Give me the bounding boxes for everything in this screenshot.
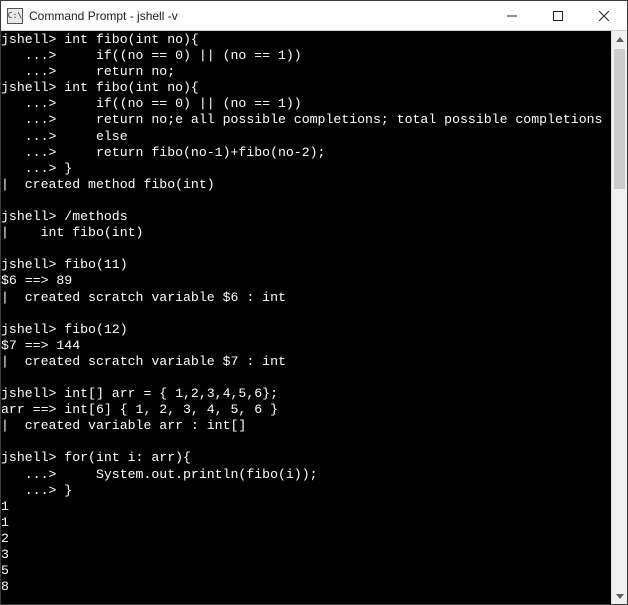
terminal-line: jshell> int[] arr = { 1,2,3,4,5,6};: [1, 386, 611, 402]
terminal-line: jshell> fibo(12): [1, 322, 611, 338]
window-title: Command Prompt - jshell -v: [29, 9, 489, 23]
maximize-icon: [553, 11, 563, 21]
terminal-line: ...> if((no == 0) || (no == 1)): [1, 48, 611, 64]
terminal-line: | created scratch variable $6 : int: [1, 290, 611, 306]
terminal-line: [1, 193, 611, 209]
close-button[interactable]: [581, 1, 627, 30]
terminal-line: arr ==> int[6] { 1, 2, 3, 4, 5, 6 }: [1, 402, 611, 418]
scroll-down-arrow-icon[interactable]: [612, 588, 627, 604]
close-icon: [599, 11, 609, 21]
terminal-line: 1: [1, 515, 611, 531]
vertical-scrollbar[interactable]: [611, 31, 627, 604]
terminal-line: | created scratch variable $7 : int: [1, 354, 611, 370]
scroll-up-arrow-icon[interactable]: [612, 31, 627, 47]
terminal-line: jshell> int fibo(int no){: [1, 80, 611, 96]
terminal-line: $7 ==> 144: [1, 338, 611, 354]
terminal-output[interactable]: jshell> int fibo(int no){ ...> if((no ==…: [1, 31, 611, 604]
terminal-line: [1, 434, 611, 450]
terminal-line: [1, 241, 611, 257]
terminal-line: jshell> int fibo(int no){: [1, 32, 611, 48]
minimize-button[interactable]: [489, 1, 535, 30]
terminal-line: ...> return fibo(no-1)+fibo(no-2);: [1, 145, 611, 161]
terminal-line: ...> return no;: [1, 64, 611, 80]
maximize-button[interactable]: [535, 1, 581, 30]
content-area: jshell> int fibo(int no){ ...> if((no ==…: [1, 31, 627, 604]
terminal-line: 2: [1, 531, 611, 547]
terminal-line: [1, 370, 611, 386]
terminal-line: ...> return no;e all possible completion…: [1, 112, 611, 128]
terminal-line: jshell> for(int i: arr){: [1, 450, 611, 466]
terminal-line: | int fibo(int): [1, 225, 611, 241]
titlebar[interactable]: C:\ Command Prompt - jshell -v: [1, 1, 627, 31]
command-prompt-window: C:\ Command Prompt - jshell -v jshell> i…: [0, 0, 628, 605]
terminal-line: ...> System.out.println(fibo(i));: [1, 467, 611, 483]
terminal-line: ...> }: [1, 161, 611, 177]
terminal-line: ...> }: [1, 483, 611, 499]
terminal-line: jshell> /methods: [1, 209, 611, 225]
terminal-line: 5: [1, 563, 611, 579]
terminal-line: $6 ==> 89: [1, 273, 611, 289]
scroll-thumb[interactable]: [614, 49, 625, 189]
terminal-line: ...> if((no == 0) || (no == 1)): [1, 96, 611, 112]
terminal-line: jshell> fibo(11): [1, 257, 611, 273]
terminal-line: ...> else: [1, 129, 611, 145]
minimize-icon: [507, 11, 517, 21]
terminal-line: 1: [1, 499, 611, 515]
terminal-line: 3: [1, 547, 611, 563]
terminal-line: | created method fibo(int): [1, 177, 611, 193]
cmd-icon: C:\: [7, 8, 23, 24]
terminal-line: | created variable arr : int[]: [1, 418, 611, 434]
terminal-line: 8: [1, 579, 611, 595]
terminal-line: [1, 306, 611, 322]
window-controls: [489, 1, 627, 30]
